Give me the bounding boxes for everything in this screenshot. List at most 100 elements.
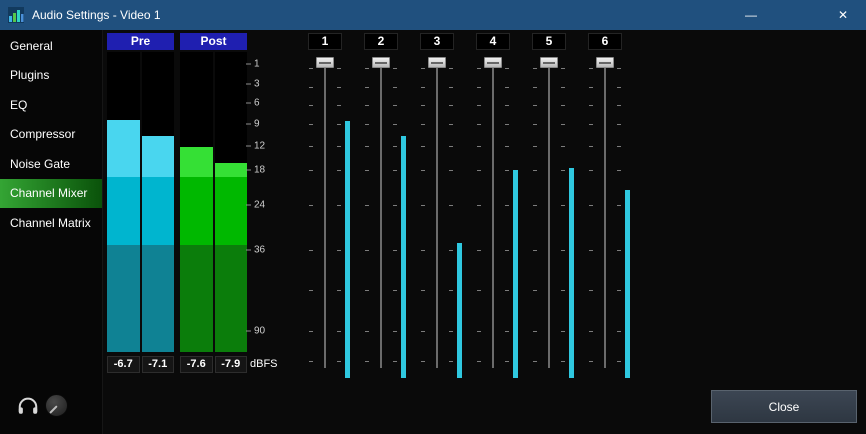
fader-tick	[449, 205, 453, 206]
fader-handle[interactable]	[540, 57, 558, 68]
fader-tick	[449, 250, 453, 251]
scale-tick-line	[246, 205, 251, 206]
sidebar: General Plugins EQ Compressor Noise Gate…	[0, 30, 103, 434]
fader-tick	[477, 105, 481, 106]
channel-strip-4: 4	[465, 33, 521, 378]
fader-tick	[337, 105, 341, 106]
fader-handle[interactable]	[484, 57, 502, 68]
fader-tick	[421, 68, 425, 69]
fader-tick	[533, 170, 537, 171]
fader-tick	[309, 250, 313, 251]
fader-tick	[589, 124, 593, 125]
fader-tick	[505, 331, 509, 332]
sidebar-item-noise-gate[interactable]: Noise Gate	[0, 149, 102, 179]
fader-tick	[337, 250, 341, 251]
channel-level-meter	[625, 58, 630, 378]
fader-tick	[365, 68, 369, 69]
fader-tick	[309, 170, 313, 171]
fader-tick	[365, 124, 369, 125]
fader-tick	[477, 361, 481, 362]
fader-tick	[561, 105, 565, 106]
channel-strip-label: 4	[476, 33, 510, 50]
fader-tick	[365, 250, 369, 251]
scale-mark: 6	[246, 98, 260, 109]
channel-strip-2: 2	[353, 33, 409, 378]
fader-tick	[533, 146, 537, 147]
scale-mark: 3	[246, 79, 260, 90]
fader-tick	[477, 205, 481, 206]
channel-strip-label: 1	[308, 33, 342, 50]
channel-strip-3: 3	[409, 33, 465, 378]
headphone-volume-knob[interactable]	[45, 394, 68, 417]
scale-tick-line	[246, 145, 251, 146]
meter-zone	[107, 245, 140, 352]
meter-mask	[142, 52, 175, 136]
fader-tick	[449, 290, 453, 291]
scale-tick-line	[246, 331, 251, 332]
fader-tick	[533, 361, 537, 362]
fader-tick	[309, 290, 313, 291]
fader-track[interactable]	[548, 58, 550, 368]
sidebar-item-eq[interactable]: EQ	[0, 90, 102, 120]
fader-tick	[337, 146, 341, 147]
fader-tick	[477, 146, 481, 147]
fader-handle[interactable]	[596, 57, 614, 68]
post-meter	[180, 52, 247, 352]
channel-level-meter	[569, 58, 574, 378]
fader-tick	[449, 331, 453, 332]
fader-tick	[589, 361, 593, 362]
fader-tick	[533, 105, 537, 106]
fader-tick	[589, 87, 593, 88]
close-button[interactable]: Close	[711, 390, 857, 423]
meter-scale: 13691218243690	[246, 52, 282, 352]
fader-tick	[309, 146, 313, 147]
fader-tick	[337, 68, 341, 69]
pre-meter-bar-left	[107, 52, 140, 352]
fader-track[interactable]	[604, 58, 606, 368]
sidebar-item-compressor[interactable]: Compressor	[0, 120, 102, 150]
fader-track[interactable]	[492, 58, 494, 368]
fader-tick	[365, 87, 369, 88]
fader-tick	[505, 205, 509, 206]
fader-tick	[449, 146, 453, 147]
sidebar-item-general[interactable]: General	[0, 31, 102, 61]
fader-tick	[533, 68, 537, 69]
sidebar-item-channel-mixer[interactable]: Channel Mixer	[0, 179, 102, 209]
titlebar: Audio Settings - Video 1 — ✕	[0, 0, 866, 30]
fader-tick	[617, 290, 621, 291]
meter-mask	[180, 52, 213, 147]
sidebar-item-plugins[interactable]: Plugins	[0, 61, 102, 91]
fader-tick	[337, 170, 341, 171]
fader-track[interactable]	[324, 58, 326, 368]
fader-tick	[561, 68, 565, 69]
fader-tick	[533, 205, 537, 206]
channel-level-fill	[569, 168, 574, 378]
sidebar-item-channel-matrix[interactable]: Channel Matrix	[0, 208, 102, 238]
pre-meter	[107, 52, 174, 352]
close-icon[interactable]: ✕	[820, 0, 866, 30]
scale-mark: 12	[246, 140, 265, 151]
fader-tick	[421, 87, 425, 88]
channel-strip-6: 6	[577, 33, 633, 378]
fader-handle[interactable]	[316, 57, 334, 68]
fader-tick	[561, 250, 565, 251]
channel-strip-5: 5	[521, 33, 577, 378]
fader-tick	[589, 290, 593, 291]
fader-handle[interactable]	[428, 57, 446, 68]
fader-tick	[505, 105, 509, 106]
fader-handle[interactable]	[372, 57, 390, 68]
channel-level-meter	[345, 58, 350, 378]
fader-tick	[505, 361, 509, 362]
fader-track[interactable]	[436, 58, 438, 368]
minimize-icon[interactable]: —	[728, 0, 774, 30]
fader-tick	[421, 250, 425, 251]
fader-tick	[309, 361, 313, 362]
fader-tick	[617, 205, 621, 206]
fader-tick	[589, 250, 593, 251]
dbfs-label: dBFS	[250, 356, 278, 373]
fader-tick	[421, 361, 425, 362]
fader-tick	[589, 68, 593, 69]
fader-track[interactable]	[380, 58, 382, 368]
fader-tick	[617, 87, 621, 88]
fader-tick	[589, 146, 593, 147]
